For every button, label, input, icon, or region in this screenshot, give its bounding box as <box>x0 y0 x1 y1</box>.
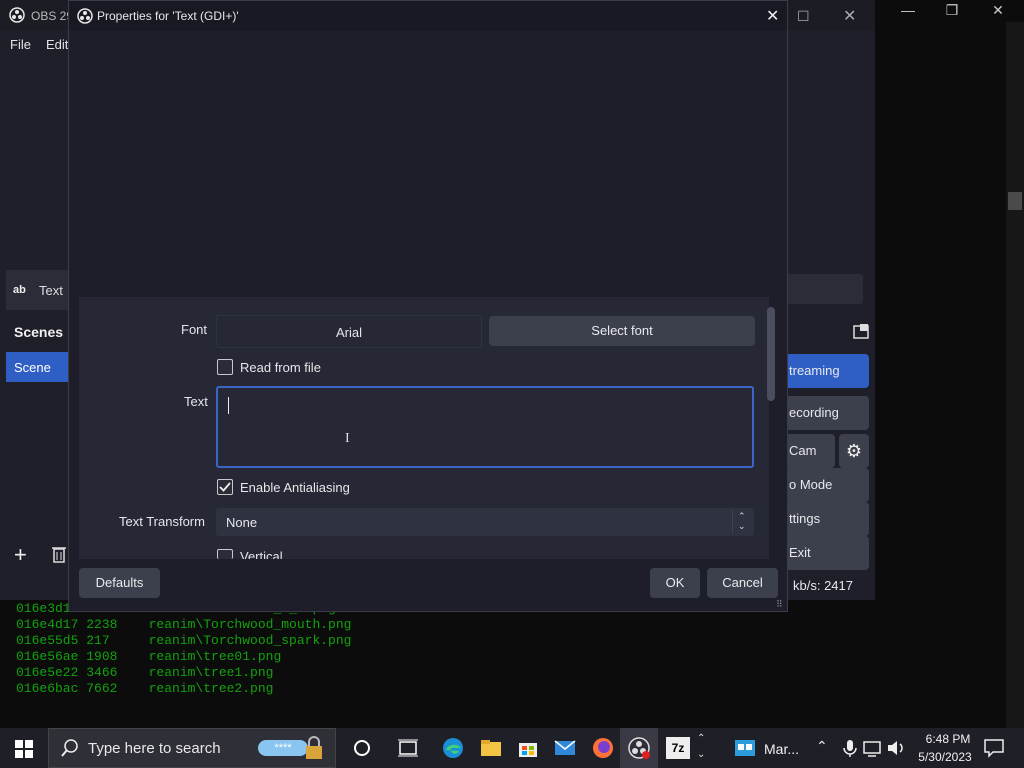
obs-close-button[interactable]: ✕ <box>843 6 856 26</box>
store-icon[interactable] <box>516 736 540 760</box>
file-explorer-icon[interactable] <box>479 736 503 760</box>
markdown-app-icon[interactable] <box>733 736 757 760</box>
font-label: Font <box>181 322 208 337</box>
search-highlight-badge: **** <box>258 740 308 756</box>
cancel-button[interactable]: Cancel <box>707 568 778 598</box>
text-source-icon: ab <box>13 284 26 296</box>
select-divider <box>732 510 733 534</box>
7zip-icon[interactable]: 7z <box>666 737 690 759</box>
lock-icon <box>304 735 324 761</box>
source-label: Text <box>39 283 63 298</box>
trash-icon[interactable] <box>51 545 67 563</box>
windows-start-icon[interactable] <box>15 740 33 758</box>
chevron-updown-icon: ⌃ ⌄ <box>738 511 746 531</box>
console-maximize-button[interactable]: ❐ <box>932 2 972 22</box>
clock-time[interactable]: 6:48 PM <box>918 732 978 746</box>
firefox-icon[interactable] <box>591 736 615 760</box>
read-from-file-label: Read from file <box>240 360 321 375</box>
gear-icon[interactable]: ⚙ <box>839 434 869 468</box>
studio-mode-button[interactable]: o Mode <box>785 468 869 502</box>
console-scrollbar[interactable] <box>1006 22 1024 728</box>
undock-icon[interactable] <box>853 323 869 339</box>
text-transform-label: Text Transform <box>119 514 205 529</box>
read-from-file-checkbox[interactable] <box>217 359 233 375</box>
text-label: Text <box>184 394 208 409</box>
text-transform-value: None <box>226 515 258 530</box>
app-label[interactable]: Mar... <box>764 741 799 757</box>
clock-date[interactable]: 5/30/2023 <box>910 750 980 764</box>
checkmark-icon <box>219 482 231 492</box>
menu-edit[interactable]: Edit <box>46 37 68 52</box>
notification-icon[interactable] <box>982 736 1006 760</box>
obs-logo-icon <box>9 7 25 23</box>
text-input[interactable] <box>216 386 754 468</box>
scenes-header: Scenes <box>14 324 64 340</box>
ok-button[interactable]: OK <box>650 568 700 598</box>
search-placeholder: Type here to search <box>88 740 221 757</box>
console-scrollbar-thumb[interactable] <box>1008 192 1022 210</box>
mail-icon[interactable] <box>553 736 577 760</box>
task-view-icon[interactable] <box>396 736 420 760</box>
console-line: 016e6bac 7662 reanim\tree2.png <box>16 681 274 696</box>
scene-item-label: Scene <box>14 360 51 375</box>
obs-app-icon[interactable] <box>627 736 651 760</box>
network-icon[interactable] <box>860 736 884 760</box>
virtual-camera-button[interactable]: Cam <box>785 434 835 468</box>
status-bitrate: kb/s: 2417 <box>793 578 853 593</box>
menu-file[interactable]: File <box>10 37 31 52</box>
start-streaming-button[interactable]: treaming <box>785 354 869 388</box>
obs-window-title: OBS 29 <box>31 9 74 23</box>
console-line: 016e5e22 3466 reanim\tree1.png <box>16 665 274 680</box>
defaults-button[interactable]: Defaults <box>79 568 160 598</box>
vertical-checkbox[interactable] <box>217 549 233 559</box>
start-recording-button[interactable]: ecording <box>785 396 869 430</box>
edge-browser-icon[interactable] <box>441 736 465 760</box>
console-line: 016e55d5 217 reanim\Torchwood_spark.png <box>16 633 352 648</box>
microphone-icon[interactable] <box>838 736 862 760</box>
add-scene-button[interactable]: + <box>14 542 27 568</box>
text-transform-select[interactable]: None ⌃ ⌄ <box>216 508 754 536</box>
console-line: 016e56ae 1908 reanim\tree01.png <box>16 649 282 664</box>
font-display: Arial <box>216 315 482 348</box>
scene-list-item[interactable]: Scene <box>6 352 68 382</box>
select-font-button[interactable]: Select font <box>489 316 755 346</box>
console-line: 016e4d17 2238 reanim\Torchwood_mouth.png <box>16 617 352 632</box>
obs-logo-icon <box>77 8 93 24</box>
ibeam-cursor-icon: I <box>345 431 350 446</box>
antialiasing-label: Enable Antialiasing <box>240 480 350 495</box>
cortana-icon[interactable] <box>350 736 374 760</box>
exit-button[interactable]: Exit <box>785 536 869 570</box>
obs-maximize-button[interactable]: ☐ <box>797 8 810 25</box>
resize-grip-icon[interactable]: ⠿ <box>776 599 783 610</box>
volume-icon[interactable] <box>884 736 908 760</box>
dialog-title: Properties for 'Text (GDI+)' <box>97 9 239 23</box>
vertical-label: Vertical <box>240 549 283 559</box>
source-preview <box>79 31 769 297</box>
console-minimize-button[interactable]: — <box>888 2 928 22</box>
obs-right-panel-bar <box>785 274 863 304</box>
search-icon <box>61 739 78 757</box>
properties-dialog: Properties for 'Text (GDI+)' ✕ Font Aria… <box>68 0 788 612</box>
console-close-button[interactable]: ✕ <box>978 2 1018 22</box>
text-cursor <box>228 397 229 414</box>
taskbar-scroll-arrows-icon[interactable]: ⌃ ⌄ <box>697 731 705 763</box>
chevron-up-icon[interactable]: ⌃ <box>816 738 828 755</box>
dialog-close-button[interactable]: ✕ <box>766 6 779 26</box>
antialiasing-checkbox[interactable] <box>217 479 233 495</box>
settings-button[interactable]: ttings <box>785 502 869 536</box>
properties-scrollbar-thumb[interactable] <box>767 307 775 401</box>
